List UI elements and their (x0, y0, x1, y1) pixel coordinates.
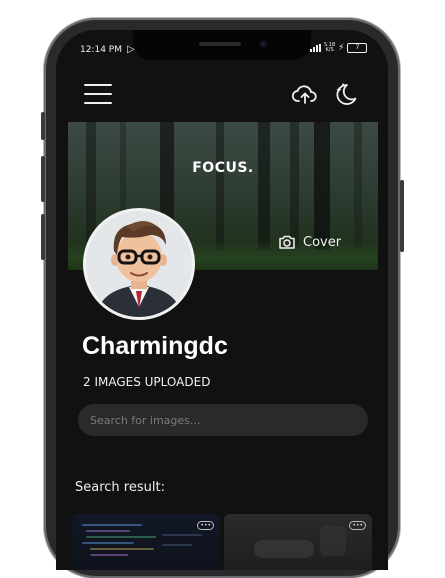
charging-icon: ⚡ (338, 43, 345, 53)
change-cover-label: Cover (303, 234, 342, 250)
change-cover-button[interactable]: Cover (278, 234, 341, 250)
photo-shape (320, 526, 346, 556)
cloud-upload-icon[interactable] (292, 82, 318, 106)
forest-tree (290, 122, 299, 250)
battery-icon: 7 (347, 43, 368, 53)
camera-icon (279, 235, 295, 249)
app-header (56, 70, 388, 120)
forest-tree (354, 122, 362, 250)
moon-stars-icon[interactable] (333, 81, 359, 107)
network-speed-unit: K/S (325, 47, 334, 53)
search-results-label: Search result: (75, 480, 165, 495)
avatar[interactable] (83, 208, 195, 320)
code-line (82, 542, 134, 544)
code-line (90, 554, 128, 556)
forest-tree (314, 122, 330, 250)
status-indicators: 5.18 K/S ⚡ 7 (310, 43, 368, 53)
signal-icon (310, 44, 321, 52)
profile-name: Charmingdc (82, 332, 228, 360)
status-time: 12:14 PM (80, 45, 122, 55)
code-line (86, 536, 156, 538)
status-bar: 12:14 PM ▷ 5.18 K/S ⚡ 7 (56, 30, 388, 70)
code-line (82, 524, 142, 526)
result-image-thumbnail[interactable]: ••• (72, 514, 220, 570)
network-speed: 5.18 K/S (324, 43, 335, 53)
phone-side-button (41, 112, 45, 140)
search-input[interactable] (78, 404, 368, 436)
avatar-illustration (86, 211, 192, 317)
phone-volume-down-button (41, 214, 45, 260)
forest-tree (216, 122, 224, 250)
speaker-grille (199, 42, 241, 46)
code-line (162, 534, 202, 536)
thumbnail-badge: ••• (349, 521, 366, 530)
notch (133, 30, 311, 60)
images-uploaded-count: 2 IMAGES UPLOADED (83, 375, 211, 389)
phone-volume-up-button (41, 156, 45, 202)
app-screen: 12:14 PM ▷ 5.18 K/S ⚡ 7 FOCUS. Cover Cha… (56, 30, 388, 570)
code-line (90, 548, 154, 550)
code-line (86, 530, 130, 532)
thumbnail-badge: ••• (197, 521, 214, 530)
hamburger-menu-icon[interactable] (84, 84, 112, 104)
cover-title: FOCUS. (192, 160, 254, 176)
phone-power-button (400, 180, 404, 252)
result-image-thumbnail[interactable]: ••• (224, 514, 372, 570)
forest-tree (258, 122, 270, 250)
photo-shape (254, 540, 314, 558)
front-camera (259, 40, 267, 48)
code-line (162, 544, 192, 546)
